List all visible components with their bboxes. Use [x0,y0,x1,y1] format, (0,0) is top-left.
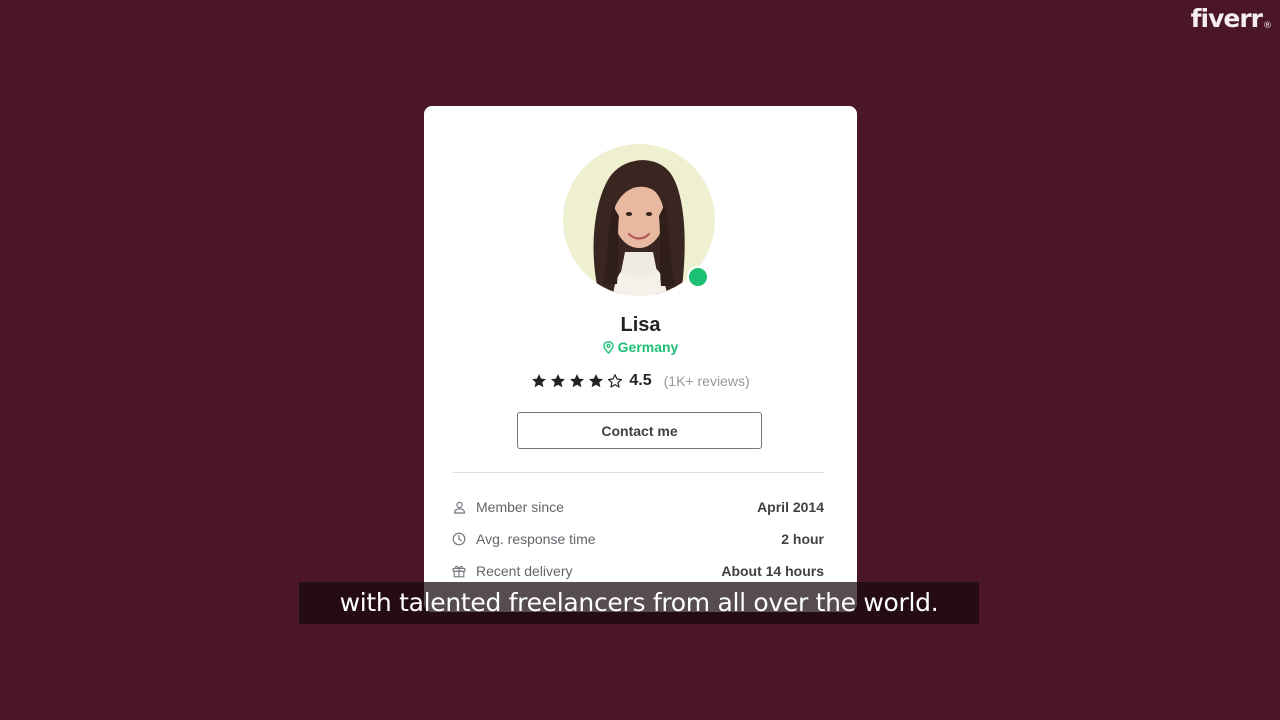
seller-location: Germany [424,339,857,355]
star-empty-icon [607,373,623,389]
online-status-indicator [687,266,709,288]
divider [453,472,824,473]
stat-label: Recent delivery [476,563,573,579]
stat-row-recent-delivery: Recent delivery About 14 hours [452,560,824,582]
star-filled-icon [588,373,604,389]
star-filled-icon [550,373,566,389]
location-text: Germany [617,339,679,355]
location-pin-icon [602,340,614,354]
contact-me-button[interactable]: Contact me [517,412,762,449]
stat-row-response-time: Avg. response time 2 hour [452,528,824,550]
stat-row-member-since: Member since April 2014 [452,496,824,518]
fiverr-logo: fiverr® [1191,4,1272,33]
user-icon [452,500,466,514]
stat-value: April 2014 [757,499,824,515]
star-filled-icon [531,373,547,389]
logo-text: fiverr [1190,4,1263,33]
seller-profile-card: Lisa Germany 4.5 (1K+ reviews) Contact m… [424,106,857,612]
seller-name[interactable]: Lisa [424,314,857,337]
stat-value: About 14 hours [721,563,824,579]
review-count[interactable]: (1K+ reviews) [664,373,750,389]
avatar-container [563,144,715,296]
clock-icon [452,532,466,546]
star-rating [531,373,623,389]
stat-label: Member since [476,499,564,515]
gift-icon [452,564,466,578]
rating-value: 4.5 [629,372,652,389]
stat-label: Avg. response time [476,531,596,547]
rating-row: 4.5 (1K+ reviews) [424,372,857,390]
video-subtitle: with talented freelancers from all over … [299,582,979,624]
registered-mark: ® [1263,21,1272,31]
star-filled-icon [569,373,585,389]
stat-value: 2 hour [781,531,824,547]
